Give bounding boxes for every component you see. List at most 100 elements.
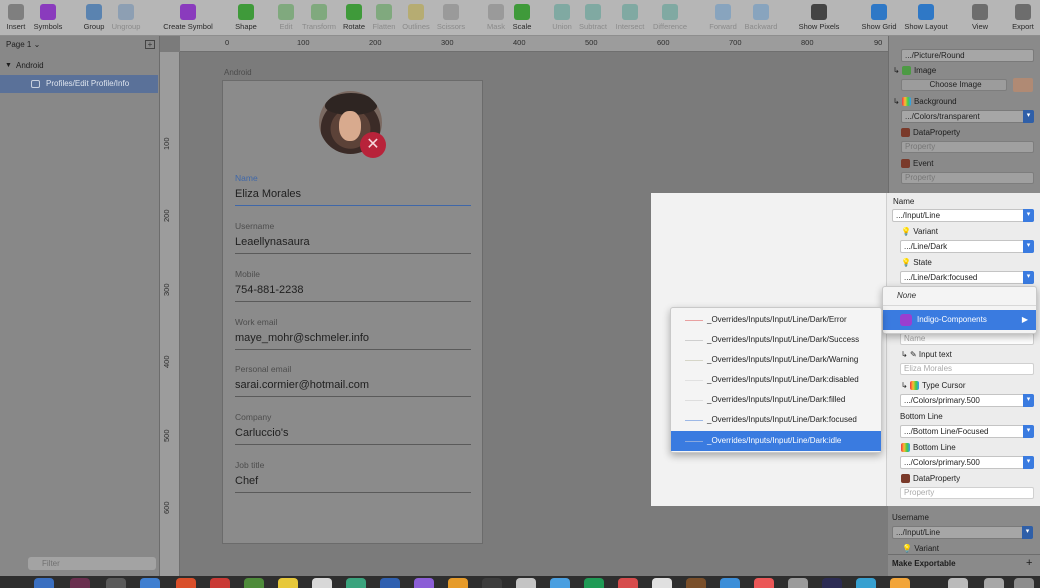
choose-image-button[interactable]: Choose Image [901,79,1007,91]
bottom-line-select[interactable]: .../Bottom Line/Focused ▾ [900,425,1034,438]
name-input[interactable]: Eliza Morales [235,188,471,206]
dock-app-icon[interactable] [482,578,502,588]
dock-app-icon[interactable] [686,578,706,588]
dock-app-icon[interactable] [448,578,468,588]
dock-app-icon[interactable] [244,578,264,588]
menu-item[interactable]: _Overrides/Inputs/Input/Line/Dark:disabl… [671,370,881,390]
trash-icon[interactable] [1014,578,1034,588]
dock-app-icon[interactable] [948,578,968,588]
work-email-input[interactable]: maye_mohr@schmeler.info [235,332,471,350]
dock-app-icon[interactable] [856,578,876,588]
scale-button[interactable]: Scale [510,4,534,34]
background-select[interactable]: .../Colors/transparent ▾ [901,110,1034,123]
username-input[interactable]: Leaellynasaura [235,236,471,254]
ungroup-button[interactable]: Ungroup [109,4,143,34]
state-select[interactable]: .../Line/Dark:focused ▾ [900,271,1034,284]
horizontal-ruler[interactable]: 0 100 200 300 400 500 600 700 800 90 [180,36,888,52]
mask-button[interactable]: Mask [484,4,508,34]
make-exportable-label[interactable]: Make Exportable [892,559,956,568]
username-symbol-select[interactable]: .../Input/Line ▾ [892,526,1033,539]
job-title-input[interactable]: Chef [235,475,471,493]
dock-app-icon[interactable] [822,578,842,588]
variant-select[interactable]: .../Line/Dark ▾ [900,240,1034,253]
shape-button[interactable]: Shape [232,4,260,34]
dock-app-icon[interactable] [754,578,774,588]
mask-label: Mask [487,22,505,31]
disclosure-triangle-icon[interactable]: ▼ [5,58,12,74]
create-symbol-button[interactable]: Create Symbol [160,4,216,34]
dock-app-icon[interactable] [176,578,196,588]
picture-select[interactable]: .../Picture/Round [901,49,1034,62]
export-button[interactable]: Export [1010,4,1036,34]
view-button[interactable]: View [968,4,992,34]
outlines-button[interactable]: Outlines [400,4,432,34]
menu-item[interactable]: _Overrides/Inputs/Input/Line/Dark/Error [671,310,881,330]
dock-app-icon[interactable] [346,578,366,588]
remove-photo-button[interactable]: ✕ [360,132,386,158]
rotate-button[interactable]: Rotate [340,4,368,34]
dock-app-icon[interactable] [414,578,434,588]
add-page-icon[interactable]: + [145,40,155,49]
page-select[interactable]: Page 1 ⌄ [6,40,40,49]
dock-app-icon[interactable] [788,578,808,588]
edit-button[interactable]: Edit [276,4,296,34]
subtract-button[interactable]: Subtract [577,4,609,34]
forward-button[interactable]: Forward [706,4,740,34]
tree-group-android[interactable]: ▼ Android [0,58,160,74]
menu-item[interactable]: _Overrides/Inputs/Input/Line/Dark:focuse… [671,410,881,430]
dock-app-icon[interactable] [210,578,230,588]
artboard[interactable]: ✕ Name Eliza Morales Username Leaellynas… [222,80,483,544]
dataproperty-input[interactable]: Property [901,141,1034,153]
menu-item-selected[interactable]: _Overrides/Inputs/Input/Line/Dark:idle [671,431,881,451]
dock-app-icon[interactable] [984,578,1004,588]
dock-app-icon[interactable] [652,578,672,588]
dock-app-icon[interactable] [278,578,298,588]
add-export-icon[interactable]: + [1026,557,1032,569]
dataproperty-input[interactable]: Property [900,487,1034,499]
scissors-button[interactable]: Scissors [434,4,468,34]
backward-button[interactable]: Backward [742,4,780,34]
bottom-line-color-select[interactable]: .../Colors/primary.500 ▾ [900,456,1034,469]
menu-item[interactable]: _Overrides/Inputs/Input/Line/Dark/Succes… [671,330,881,350]
dock-app-icon[interactable] [618,578,638,588]
image-thumbnail[interactable] [1013,78,1033,92]
type-cursor-select[interactable]: .../Colors/primary.500 ▾ [900,394,1034,407]
flatten-button[interactable]: Flatten [370,4,398,34]
dock-app-icon[interactable] [34,578,54,588]
dock-app-icon[interactable] [140,578,160,588]
union-button[interactable]: Union [549,4,575,34]
dock-app-icon[interactable] [312,578,332,588]
personal-email-input[interactable]: sarai.cormier@hotmail.com [235,379,471,397]
dock-app-icon[interactable] [720,578,740,588]
mobile-input[interactable]: 754-881-2238 [235,284,471,302]
dock-app-icon[interactable] [584,578,604,588]
show-layout-button[interactable]: Show Layout [902,4,950,34]
show-pixels-button[interactable]: Show Pixels [796,4,842,34]
transform-button[interactable]: Transform [299,4,339,34]
difference-button[interactable]: Difference [650,4,690,34]
insert-button[interactable]: Insert [4,4,28,34]
vertical-ruler[interactable]: 100 200 300 400 500 600 [160,52,180,576]
artboard-title[interactable]: Android [224,68,252,77]
dock-app-icon[interactable] [380,578,400,588]
input-text-field[interactable]: Eliza Morales [900,363,1034,375]
company-input[interactable]: Carluccio's [235,427,471,445]
filter-input[interactable]: Filter [28,557,156,570]
menu-item[interactable]: _Overrides/Inputs/Input/Line/Dark:filled [671,390,881,410]
group-button[interactable]: Group [80,4,108,34]
event-input[interactable]: Property [901,172,1034,184]
dock-app-icon[interactable] [550,578,570,588]
dock-app-icon[interactable] [106,578,126,588]
symbols-button[interactable]: Symbols [32,4,64,34]
menu-item[interactable]: _Overrides/Inputs/Input/Line/Dark/Warnin… [671,350,881,370]
show-grid-button[interactable]: Show Grid [860,4,898,34]
dock-app-icon[interactable] [516,578,536,588]
dock-app-icon[interactable] [890,578,910,588]
name-symbol-select[interactable]: .../Input/Line ▾ [892,209,1034,222]
dock-app-icon[interactable] [70,578,90,588]
menu-item-none[interactable]: None [897,291,916,300]
menu-item-indigo-components[interactable]: Indigo-Components ▶ [883,310,1036,330]
name-override-input[interactable]: Name [900,333,1034,345]
intersect-button[interactable]: Intersect [612,4,648,34]
tree-item-symbol[interactable]: Profiles/Edit Profile/Info [0,75,158,93]
